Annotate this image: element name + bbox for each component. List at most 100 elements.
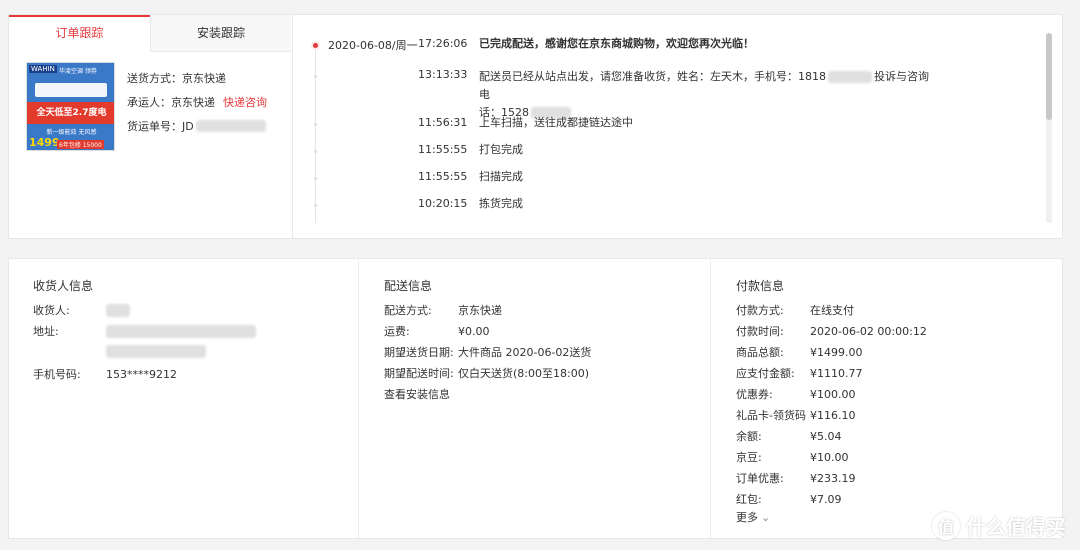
payment-label: 订单优惠: bbox=[736, 472, 784, 485]
payment-row: 订单优惠: ¥233.19 bbox=[736, 472, 856, 486]
chevron-down-icon: ⌄ bbox=[761, 511, 771, 524]
payment-row: 付款时间: 2020-06-02 00:00:12 bbox=[736, 325, 927, 339]
payment-row: 红包: ¥7.09 bbox=[736, 493, 842, 507]
phone-label: 手机号码: bbox=[33, 368, 81, 381]
payment-value: 2020-06-02 00:00:12 bbox=[810, 325, 927, 338]
more-button[interactable]: 更多 ⌄ bbox=[736, 511, 770, 525]
receiver-name-label: 收货人: bbox=[33, 304, 70, 317]
tracking-number-prefix: JD bbox=[182, 120, 194, 133]
more-label: 更多 bbox=[736, 511, 758, 524]
carrier-row: 承运人： 京东快递 快递咨询 bbox=[127, 96, 267, 120]
shipping-info: 送货方式： 京东快递 承运人： 京东快递 快递咨询 货运单号： JD bbox=[127, 72, 267, 144]
payment-value: ¥100.00 bbox=[810, 388, 856, 401]
carrier-label: 承运人： bbox=[127, 96, 171, 109]
timeline-time: 17:26:06 bbox=[418, 37, 468, 50]
watermark-logo-icon: 值 bbox=[932, 511, 960, 540]
timeline-time: 11:55:55 bbox=[418, 143, 468, 156]
tab-order-tracking[interactable]: 订单跟踪 bbox=[9, 15, 150, 52]
delivery-row: 运费: ¥0.00 bbox=[384, 325, 490, 339]
payment-value: ¥233.19 bbox=[810, 472, 856, 485]
product-thumbnail[interactable]: WAHIN 华凌空调 领券 全天低至2.7度电 新一级能效 无风感 1499 6… bbox=[26, 62, 115, 151]
delivery-info: 配送信息 配送方式: 京东快递 运费: ¥0.00 期望送货日期: 大件商品 2… bbox=[360, 259, 711, 538]
payment-label: 付款时间: bbox=[736, 325, 784, 338]
timeline-time: 13:13:33 bbox=[418, 68, 468, 81]
timeline-desc: 配送员已经从站点出发，请您准备收货，姓名：左天木，手机号：1818 投诉与咨询电 … bbox=[479, 68, 929, 122]
payment-label: 京豆: bbox=[736, 451, 762, 464]
tracking-number-label: 货运单号： bbox=[127, 120, 182, 133]
timeline-time: 11:55:55 bbox=[418, 170, 468, 183]
timeline-time: 11:56:31 bbox=[418, 116, 468, 129]
timeline-desc: 扫描完成 bbox=[479, 170, 523, 183]
tracking-left-pane: 订单跟踪 安装跟踪 WAHIN 华凌空调 领券 全天低至2.7度电 新一级能效 … bbox=[9, 15, 293, 238]
payment-value: ¥116.10 bbox=[810, 409, 856, 422]
tracking-tabs: 订单跟踪 安装跟踪 bbox=[9, 15, 292, 52]
payment-value: ¥1499.00 bbox=[810, 346, 863, 359]
timeline-dot-icon bbox=[314, 177, 317, 180]
shipping-method-label: 送货方式： bbox=[127, 72, 182, 85]
product-brand-logo: WAHIN bbox=[29, 65, 57, 73]
timeline-desc: 上车扫描，送往成都捷链达途中 bbox=[479, 116, 633, 129]
timeline-dot-icon bbox=[314, 75, 317, 78]
payment-value: ¥7.09 bbox=[810, 493, 842, 506]
payment-value: 在线支付 bbox=[810, 304, 854, 317]
delivery-row: 期望送货日期: 大件商品 2020-06-02送货 bbox=[384, 346, 591, 360]
payment-label: 红包: bbox=[736, 493, 762, 506]
delivery-value: 京东快递 bbox=[458, 304, 502, 317]
payment-row: 优惠券: ¥100.00 bbox=[736, 388, 856, 402]
product-price: 1499 bbox=[29, 136, 60, 149]
payment-value: ¥1110.77 bbox=[810, 367, 863, 380]
tab-install-tracking[interactable]: 安装跟踪 bbox=[150, 15, 291, 52]
delivery-label: 期望送货日期: bbox=[384, 346, 454, 359]
payment-title: 付款信息 bbox=[736, 279, 785, 293]
timeline-desc: 拣货完成 bbox=[479, 197, 523, 210]
shipping-method-value: 京东快递 bbox=[182, 72, 226, 85]
delivery-label: 期望配送时间: bbox=[384, 367, 454, 380]
timeline-desc: 已完成配送，感谢您在京东商城购物，欢迎您再次光临！ bbox=[479, 37, 754, 50]
payment-label: 优惠券: bbox=[736, 388, 773, 401]
timeline-scrollbar[interactable] bbox=[1046, 33, 1052, 223]
courier-inquiry-link[interactable]: 快递咨询 bbox=[223, 96, 267, 120]
carrier-value: 京东快递 bbox=[171, 96, 215, 109]
order-tracking-panel: 订单跟踪 安装跟踪 WAHIN 华凌空调 领券 全天低至2.7度电 新一级能效 … bbox=[8, 14, 1063, 239]
payment-row: 商品总额: ¥1499.00 bbox=[736, 346, 863, 360]
phone-value: 153****9212 bbox=[106, 368, 177, 381]
timeline-dot-icon bbox=[314, 123, 317, 126]
tracking-number-row: 货运单号： JD bbox=[127, 120, 267, 144]
product-tag: 华凌空调 领券 bbox=[59, 68, 97, 75]
payment-label: 应支付金额: bbox=[736, 367, 795, 380]
payment-row: 应支付金额: ¥1110.77 bbox=[736, 367, 863, 381]
payment-label: 余额: bbox=[736, 430, 762, 443]
delivery-value: 仅白天送货(8:00至18:00) bbox=[458, 367, 589, 380]
order-info-panel: 收货人信息 收货人: 地址: 手机号码: 153****9212 配送信息 配送… bbox=[8, 258, 1063, 539]
scrollbar-thumb[interactable] bbox=[1046, 33, 1052, 120]
receiver-name-redacted bbox=[106, 304, 130, 317]
timeline-dot-icon bbox=[314, 204, 317, 207]
payment-row: 礼品卡-领货码 ¥116.10 bbox=[736, 409, 856, 423]
payment-row: 余额: ¥5.04 bbox=[736, 430, 842, 444]
timeline-date: 2020-06-08/周一 bbox=[328, 39, 418, 52]
watermark-text: 什么值得买 bbox=[966, 515, 1066, 539]
install-info-row: 查看安装信息 bbox=[384, 388, 450, 402]
timeline-line bbox=[315, 43, 316, 223]
payment-label: 商品总额: bbox=[736, 346, 784, 359]
payment-row: 京豆: ¥10.00 bbox=[736, 451, 849, 465]
shipping-method-row: 送货方式： 京东快递 bbox=[127, 72, 267, 96]
payment-label: 付款方式: bbox=[736, 304, 784, 317]
timeline-time: 10:20:15 bbox=[418, 197, 468, 210]
receiver-title: 收货人信息 bbox=[33, 279, 94, 293]
payment-info: 付款信息 付款方式: 在线支付 付款时间: 2020-06-02 00:00:1… bbox=[712, 259, 1062, 538]
payment-label: 礼品卡-领货码 bbox=[736, 409, 806, 422]
delivery-row: 期望配送时间: 仅白天送货(8:00至18:00) bbox=[384, 367, 589, 381]
address-redacted bbox=[106, 345, 206, 358]
view-install-info-link[interactable]: 查看安装信息 bbox=[384, 388, 450, 402]
timeline-current-dot-icon bbox=[313, 43, 318, 48]
address-redacted bbox=[106, 325, 256, 338]
delivery-title: 配送信息 bbox=[384, 279, 433, 293]
tracking-number-redacted bbox=[195, 120, 266, 132]
receiver-info: 收货人信息 收货人: 地址: 手机号码: 153****9212 bbox=[9, 259, 359, 538]
timeline-desc-part: 配送员已经从站点出发，请您准备收货，姓名：左天木，手机号：1818 bbox=[479, 70, 826, 83]
address-label: 地址: bbox=[33, 325, 59, 338]
delivery-label: 配送方式: bbox=[384, 304, 432, 317]
payment-value: ¥10.00 bbox=[810, 451, 849, 464]
phone-row: 手机号码: 153****9212 bbox=[33, 368, 177, 382]
